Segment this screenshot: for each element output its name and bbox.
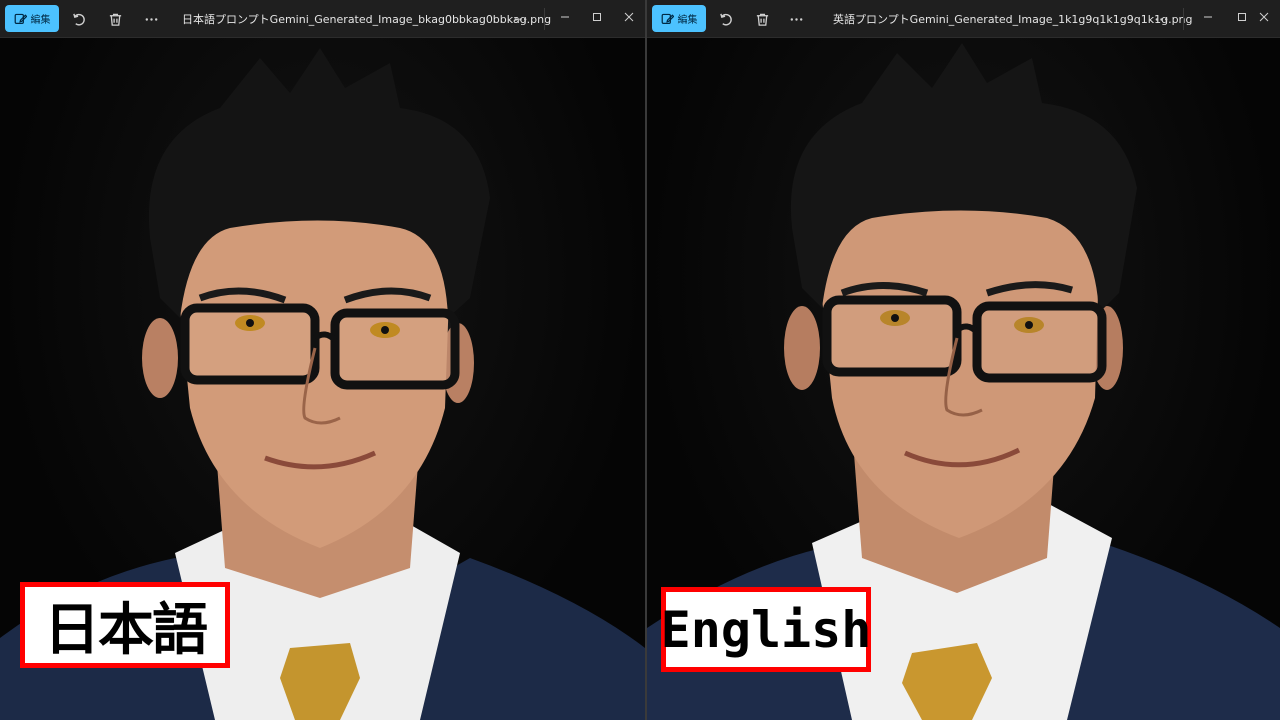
- edit-button[interactable]: 編集: [5, 5, 59, 32]
- more-options-button-right[interactable]: [510, 9, 530, 29]
- close-button[interactable]: [618, 8, 640, 26]
- delete-icon: [109, 13, 121, 26]
- maximize-icon: [593, 13, 601, 21]
- minimize-button[interactable]: [554, 8, 576, 26]
- close-button[interactable]: [1253, 8, 1275, 26]
- rotate-icon: [719, 13, 732, 26]
- label-japanese: 日本語: [20, 582, 230, 668]
- more-options-button-right[interactable]: [1151, 9, 1171, 29]
- more-options-button[interactable]: [786, 9, 806, 29]
- close-icon: [624, 12, 634, 22]
- edit-button-label: 編集: [677, 15, 698, 26]
- maximize-button[interactable]: [1231, 8, 1253, 26]
- rotate-button[interactable]: [69, 9, 89, 29]
- separator: [1183, 8, 1184, 30]
- title-bar: 編集 英語プロンプトGemini_Generated_Image_1k1g9q1…: [647, 0, 1280, 38]
- label-english: English: [661, 587, 871, 672]
- maximize-icon: [1238, 13, 1246, 21]
- file-name: 英語プロンプトGemini_Generated_Image_1k1g9q1k1g…: [833, 13, 1193, 26]
- more-icon: [790, 17, 802, 21]
- more-icon: [1155, 17, 1167, 21]
- close-icon: [1259, 12, 1269, 22]
- edit-icon: [14, 13, 27, 24]
- edit-button-label: 編集: [30, 15, 51, 26]
- minimize-button[interactable]: [1197, 8, 1219, 26]
- delete-button[interactable]: [105, 9, 125, 29]
- edit-icon: [661, 13, 674, 24]
- more-icon: [145, 17, 157, 21]
- minimize-icon: [561, 16, 569, 18]
- file-name: 日本語プロンプトGemini_Generated_Image_bkag0bbka…: [182, 13, 552, 26]
- rotate-icon: [72, 13, 85, 26]
- more-options-button[interactable]: [141, 9, 161, 29]
- title-bar: 編集 日本語プロンプトGemini_Generated_Image_bkag0b…: [0, 0, 645, 38]
- edit-button[interactable]: 編集: [652, 5, 706, 32]
- separator: [544, 8, 545, 30]
- rotate-button[interactable]: [716, 9, 736, 29]
- more-icon: [514, 17, 526, 21]
- minimize-icon: [1204, 16, 1212, 18]
- delete-icon: [756, 13, 768, 26]
- maximize-button[interactable]: [586, 8, 608, 26]
- delete-button[interactable]: [752, 9, 772, 29]
